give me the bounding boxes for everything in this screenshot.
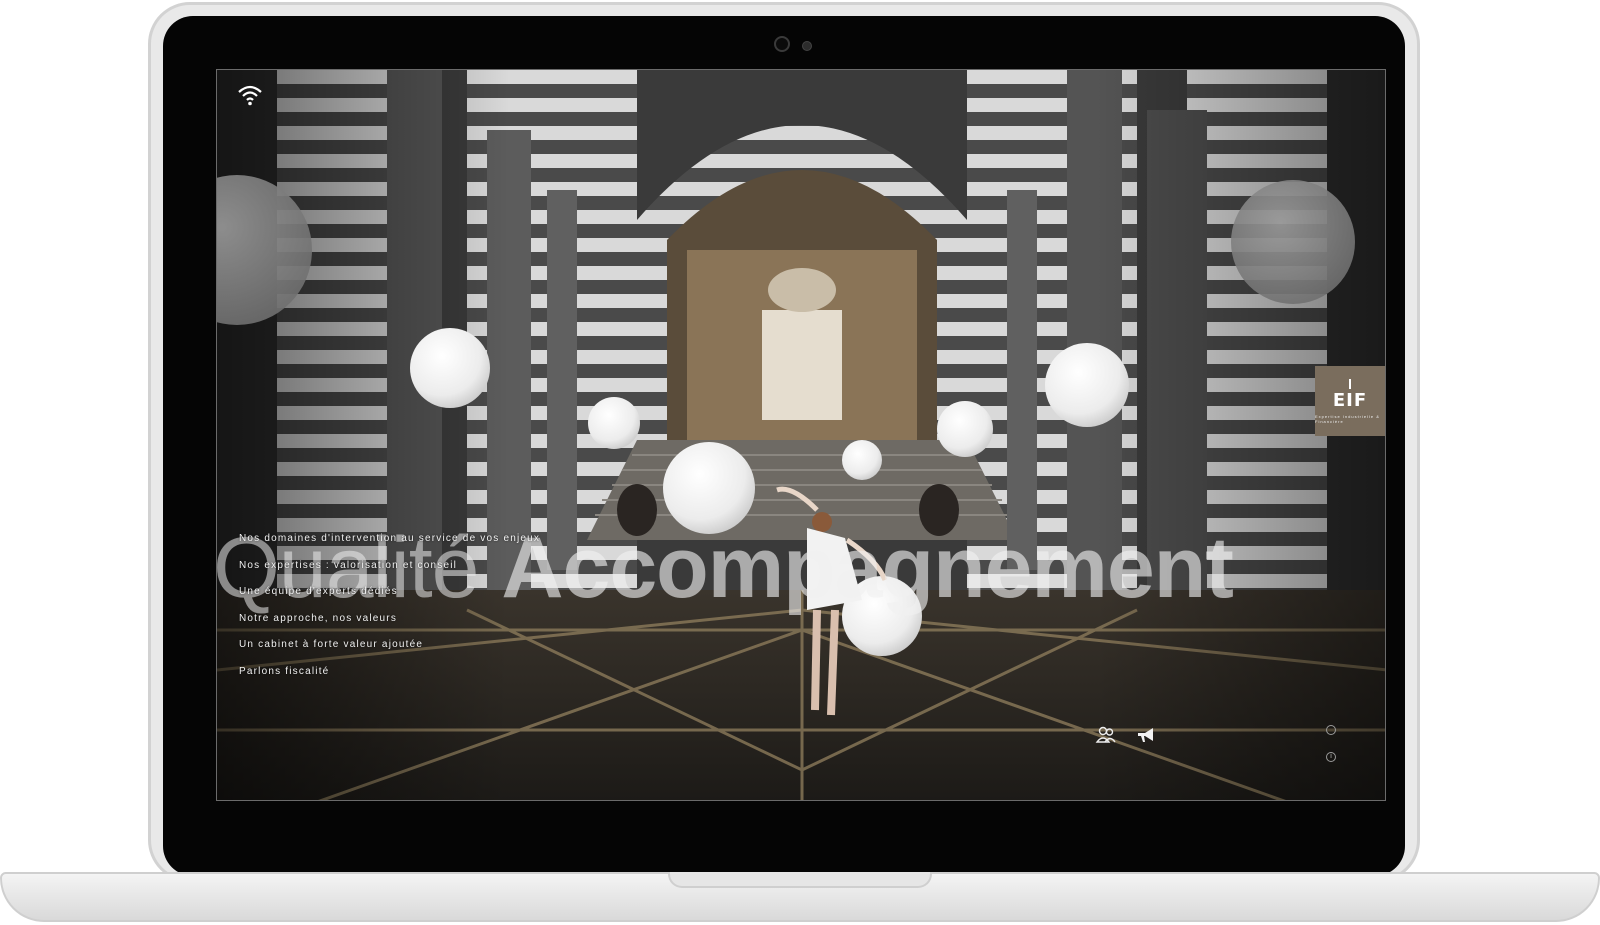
laptop-notch: [668, 872, 932, 888]
wifi-icon: [238, 85, 262, 106]
language-icon[interactable]: [1326, 725, 1336, 735]
nav-item-domains[interactable]: Nos domaines d'intervention au service d…: [239, 532, 540, 559]
nav-item-approach[interactable]: Notre approche, nos valeurs: [239, 612, 540, 639]
hero-word-accompaniment: Accompagnement: [501, 520, 1233, 616]
camera-icon: [774, 36, 790, 52]
nav-item-tax[interactable]: Parlons fiscalité: [239, 665, 540, 692]
logo-mark: [1349, 378, 1351, 389]
eif-logo[interactable]: EIF Expertise Industrielle & Financière: [1315, 366, 1385, 436]
nav-item-firm[interactable]: Un cabinet à forte valeur ajoutée: [239, 638, 540, 665]
camera-sensor-icon: [802, 41, 812, 51]
logo-subtitle: Expertise Industrielle & Financière: [1315, 413, 1380, 424]
team-icon[interactable]: [1095, 724, 1117, 746]
main-navigation: Nos domaines d'intervention au service d…: [239, 532, 540, 691]
nav-item-team[interactable]: Une équipe d'experts dédiés: [239, 585, 540, 612]
megaphone-icon[interactable]: [1135, 724, 1157, 746]
hall-background-image: [217, 70, 1385, 800]
nav-item-expertises[interactable]: Nos expertises : valorisation et conseil: [239, 559, 540, 586]
logo-text: EIF: [1332, 389, 1368, 411]
website-screen: EIF Expertise Industrielle & Financière …: [216, 69, 1386, 801]
info-icon[interactable]: i: [1326, 752, 1336, 762]
